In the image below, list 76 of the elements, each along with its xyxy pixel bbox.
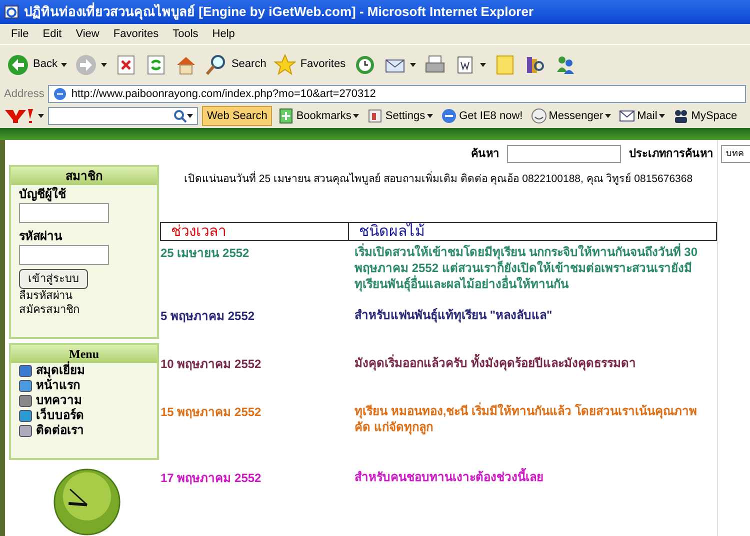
myspace-button[interactable]: MySpace bbox=[671, 106, 740, 126]
messenger-button[interactable]: Messenger bbox=[528, 106, 614, 126]
address-field[interactable]: http://www.paiboonrayong.com/index.php?mo=10&art=270312 bbox=[48, 85, 746, 103]
caret-icon bbox=[187, 114, 193, 118]
search-type-dropdown[interactable]: บทค bbox=[721, 145, 750, 163]
note-icon bbox=[494, 54, 516, 76]
caret-icon bbox=[427, 114, 434, 118]
bookmark-icon bbox=[278, 108, 294, 124]
member-link[interactable]: ลืมรหัสผ่าน bbox=[19, 289, 80, 303]
search-button[interactable]: Search bbox=[202, 48, 270, 82]
login-button[interactable]: เข้าสู่ระบบ bbox=[19, 269, 88, 289]
date-cell-text: 5 พฤษภาคม 2552 bbox=[160, 308, 256, 326]
date-cell-text: 10 พฤษภาคม 2552 bbox=[160, 356, 262, 374]
table-cell-text: ทุเรียน หมอนทอง,ชะนี เริ่มมีให้ทานกันแล้ว โดยสวนเราเน้นคุณภาพ คัด แก่จัดทุกลูก bbox=[354, 401, 698, 437]
search-icon bbox=[173, 109, 187, 123]
printer-icon bbox=[424, 54, 446, 76]
menu-link[interactable]: หน้าแรก bbox=[19, 378, 149, 393]
web-search-button[interactable]: Web Search bbox=[202, 106, 272, 126]
search-label: ค้นหา bbox=[471, 146, 499, 162]
column-header: ชนิดผลไม้ bbox=[348, 222, 716, 240]
menu-item[interactable]: Tools bbox=[166, 26, 206, 42]
address-label: Address bbox=[4, 86, 44, 102]
caret-icon bbox=[353, 114, 360, 118]
date-cell-text: 15 พฤษภาคม 2552 bbox=[160, 404, 262, 422]
window-title: ปฏิทินท่องเที่ยวสวนคุณไพบูลย์ [Engine by iGetWeb.com] - Microsoft Internet Explorer bbox=[24, 2, 534, 22]
page-icon bbox=[53, 87, 68, 101]
refresh-icon bbox=[145, 54, 168, 76]
caret-icon bbox=[659, 114, 666, 118]
search-field[interactable] bbox=[48, 107, 198, 125]
date-cell: 25 เมษายน 2552 bbox=[160, 240, 348, 304]
menu-link[interactable]: สมุดเยี่ยม bbox=[19, 363, 149, 378]
browser-icon bbox=[4, 4, 20, 20]
ie-button[interactable]: Get IE8 now! bbox=[439, 106, 525, 126]
panel-title: สมาชิก bbox=[11, 167, 157, 185]
menu-link[interactable]: เว็บบอร์ด bbox=[19, 408, 149, 423]
star-icon bbox=[274, 54, 296, 76]
password-label: รหัสผ่าน bbox=[19, 228, 62, 245]
username-field[interactable] bbox=[19, 203, 109, 223]
table-cell: เริ่มเปิดสวนให้เข้าชมโดยมีทุเรียน นกกระจิบให้ทานกันจนถึงวันที่ 30 พฤษภาคม 2552 แต่สวนเราก็ยังเปิดให้เข้าชมต่อเพราะสวนเรายังมีทุเรียนพันธุ์อื่นและผลไม้อย่างอื่นให้ทานกัน bbox=[348, 240, 716, 304]
caret-icon bbox=[38, 114, 44, 118]
password-field[interactable] bbox=[19, 245, 109, 265]
table-cell-text: สำหรับแฟนพันธุ์แท้ทุเรียน "หลงลับแล" bbox=[354, 307, 554, 325]
search-type-label: ประเภทการค้นหา bbox=[629, 146, 713, 162]
back-button[interactable]: Back bbox=[4, 48, 70, 82]
caret-icon bbox=[480, 62, 486, 66]
announcement-text: เปิดแน่นอนวันที่ 25 เมษายน สวนคุณไพบูลย์ สอบถามเพิ่มเติม ติดต่อ คุณอ้อ 0822100188, คุณ วิทูรย์ 0815676368 bbox=[184, 172, 693, 187]
menu-item[interactable]: Edit bbox=[36, 26, 69, 42]
username-label: บัญชีผู้ใช้ bbox=[19, 186, 66, 203]
people-icon bbox=[673, 108, 690, 124]
date-cell-text: 17 พฤษภาคม 2552 bbox=[160, 470, 262, 488]
caret-icon bbox=[410, 62, 416, 66]
menu-item[interactable]: View bbox=[68, 26, 106, 42]
caret-icon bbox=[605, 114, 612, 118]
favorites-button[interactable]: Favorites bbox=[271, 48, 349, 82]
bookmarks-button[interactable]: Bookmarks bbox=[276, 106, 362, 126]
stop-icon bbox=[115, 54, 138, 76]
caret-icon bbox=[61, 62, 68, 66]
column-header: ช่วงเวลา bbox=[160, 222, 348, 240]
search-field[interactable] bbox=[507, 145, 621, 163]
menu-item[interactable]: Favorites bbox=[106, 26, 166, 42]
mail-button[interactable]: Mail bbox=[617, 106, 668, 126]
table-cell: มังคุดเริ่มออกแล้วครับ ทั้งมังคุดร้อยปีและมังคุดธรรมดา bbox=[348, 352, 716, 400]
search-icon bbox=[205, 54, 228, 76]
settings-icon bbox=[367, 108, 384, 124]
menu-item[interactable]: File bbox=[4, 26, 36, 42]
menu-link[interactable]: ติดต่อเรา bbox=[19, 423, 149, 438]
smiley-icon bbox=[530, 108, 547, 124]
y-logo-icon bbox=[4, 108, 34, 124]
menu-item[interactable]: Help bbox=[205, 26, 242, 42]
clock-icon bbox=[354, 54, 376, 76]
table-cell: สำหรับคนชอบทานเงาะต้องช่วงนี้เลย bbox=[348, 466, 716, 520]
menu-link[interactable]: บทความ bbox=[19, 393, 149, 408]
browser-icon bbox=[441, 108, 458, 124]
caret-icon bbox=[101, 62, 108, 66]
member-link[interactable]: สมัครสมาชิก bbox=[19, 303, 80, 317]
settings-button[interactable]: Settings bbox=[365, 106, 436, 126]
